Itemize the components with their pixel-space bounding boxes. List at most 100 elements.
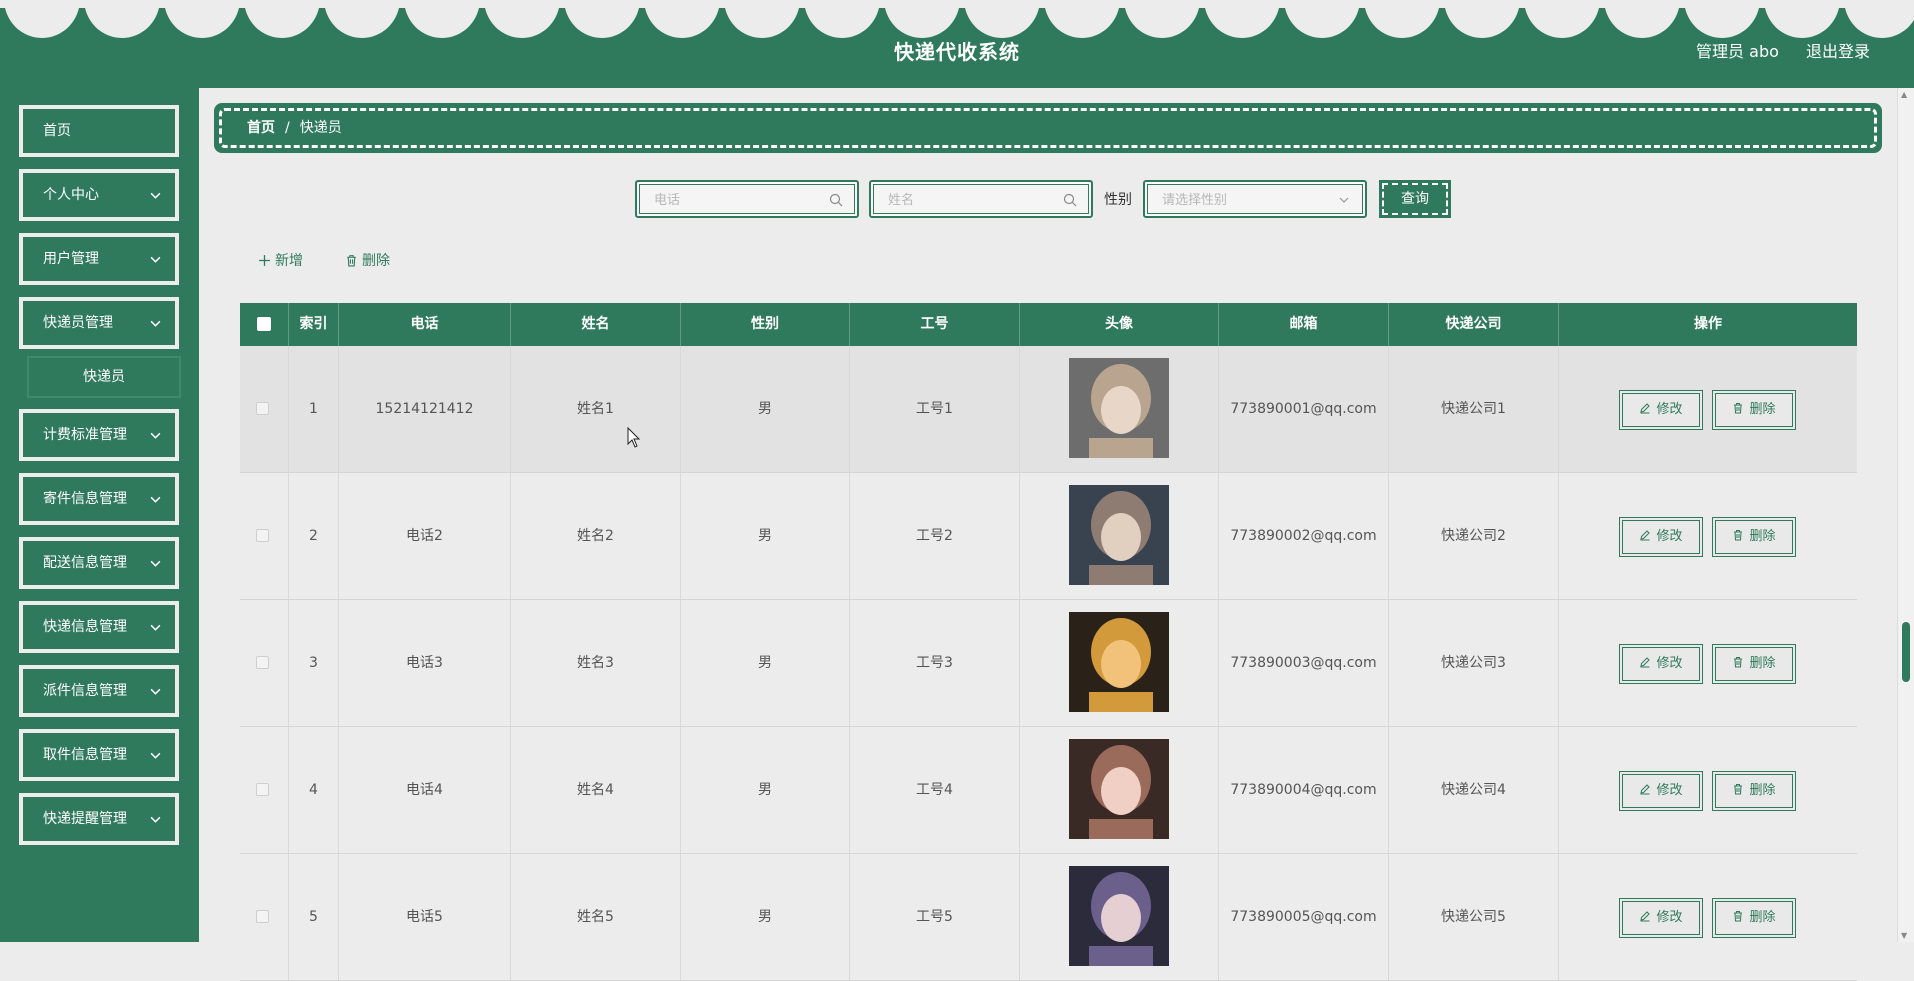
edit-button-label: 修改 (1656, 910, 1683, 925)
row-checkbox[interactable] (256, 910, 269, 923)
sidebar-item-delivery-info[interactable]: 配送信息管理 (19, 537, 179, 589)
delete-button[interactable]: 删除 (1712, 771, 1796, 811)
gender-select-inner (1147, 184, 1363, 215)
sidebar-item-billing-standard[interactable]: 计费标准管理 (19, 409, 179, 461)
row-checkbox[interactable] (256, 402, 269, 415)
scroll-down-icon[interactable]: ▼ (1901, 931, 1907, 940)
query-button[interactable]: 查询 (1379, 180, 1451, 218)
sidebar-item-label: 取件信息管理 (43, 747, 127, 763)
edit-button-inner: 修改 (1622, 647, 1700, 681)
scroll-up-icon[interactable]: ▲ (1901, 90, 1907, 99)
phone-search-field[interactable] (635, 180, 859, 218)
row-checkbox[interactable] (256, 783, 269, 796)
column-header-index: 索引 (289, 303, 339, 346)
cell-job-no: 工号5 (850, 854, 1020, 980)
cell-company: 快递公司5 (1389, 854, 1559, 980)
breadcrumb-home-link[interactable]: 首页 (247, 120, 275, 136)
edit-button[interactable]: 修改 (1619, 517, 1703, 557)
sidebar-item-reminder[interactable]: 快递提醒管理 (19, 793, 179, 845)
delete-button-label: 删除 (1749, 402, 1776, 417)
edit-button[interactable]: 修改 (1619, 390, 1703, 430)
mouse-pointer-icon (627, 427, 641, 448)
edit-button-label: 修改 (1656, 656, 1683, 671)
cell-phone: 电话4 (339, 727, 511, 853)
sidebar-item-personal-center[interactable]: 个人中心 (19, 169, 179, 221)
delete-button-inner: 删除 (1715, 393, 1793, 427)
name-search-input[interactable] (874, 185, 1062, 215)
page-scrollbar[interactable]: ▲ ▼ (1897, 88, 1914, 942)
sidebar-item-label: 计费标准管理 (43, 427, 127, 443)
sidebar-item-label: 首页 (43, 123, 71, 139)
query-button-label: 查询 (1382, 183, 1448, 215)
name-search-inner (873, 184, 1089, 215)
table-row: 4 电话4 姓名4 男工号4 773890004@qq.com 快递公司4 修改 删除 (240, 727, 1857, 854)
batch-delete-button[interactable]: 删除 (345, 250, 390, 270)
cell-actions (1559, 473, 1857, 599)
cell-email: 773890002@qq.com (1219, 473, 1389, 599)
top-header: 快递代收系统 管理员 abo 退出登录 (0, 0, 1914, 88)
edit-button-label: 修改 (1656, 529, 1683, 544)
plus-icon (259, 255, 270, 266)
cell-select (240, 727, 289, 853)
cell-actions (1559, 600, 1857, 726)
gender-select[interactable] (1143, 180, 1367, 218)
sidebar-item-home[interactable]: 首页 (19, 105, 179, 157)
sidebar-item-user-management[interactable]: 用户管理 (19, 233, 179, 285)
table-header: 索引 电话 姓名 性别 工号 头像 邮箱 快递公司 操作 (240, 303, 1857, 346)
sidebar-item-courier-management[interactable]: 快递员管理 (19, 297, 179, 349)
delete-button[interactable]: 删除 (1712, 390, 1796, 430)
delete-button[interactable]: 删除 (1712, 898, 1796, 938)
chevron-down-icon (150, 237, 161, 281)
cell-index: 5 (289, 854, 339, 980)
cell-phone: 15214121412 (339, 346, 511, 472)
cell-company: 快递公司4 (1389, 727, 1559, 853)
header-top-strip (0, 0, 1914, 8)
chevron-down-icon (150, 301, 161, 345)
chevron-down-icon (150, 541, 161, 585)
sidebar-subitem-courier[interactable]: 快递员 (27, 356, 181, 398)
edit-button-inner: 修改 (1622, 774, 1700, 808)
edit-button[interactable]: 修改 (1619, 644, 1703, 684)
sidebar-item-label: 快递员管理 (43, 315, 113, 331)
chevron-down-icon (150, 173, 161, 217)
cell-email: 773890003@qq.com (1219, 600, 1389, 726)
sidebar-item-express-info[interactable]: 快递信息管理 (19, 601, 179, 653)
table-row: 1 15214121412 姓名1 男工号1 773890001@qq.com 快递公司1… (240, 346, 1857, 473)
avatar (1069, 358, 1169, 458)
delete-button-inner: 删除 (1715, 520, 1793, 554)
add-button[interactable]: 新增 (258, 250, 303, 270)
cell-index: 2 (289, 473, 339, 599)
cell-actions (1559, 727, 1857, 853)
cell-company: 快递公司2 (1389, 473, 1559, 599)
phone-search-input[interactable] (640, 185, 828, 215)
name-search-field[interactable] (869, 180, 1093, 218)
sidebar-item-label: 快递信息管理 (43, 619, 127, 635)
edit-button[interactable]: 修改 (1619, 898, 1703, 938)
delete-button[interactable]: 删除 (1712, 644, 1796, 684)
edit-button-label: 修改 (1656, 783, 1683, 798)
cell-index: 1 (289, 346, 339, 472)
column-header-company: 快递公司 (1389, 303, 1559, 346)
search-icon (829, 193, 843, 207)
row-checkbox[interactable] (256, 656, 269, 669)
cell-gender: 男 (681, 727, 850, 853)
scrollbar-thumb[interactable] (1902, 622, 1910, 682)
edit-button[interactable]: 修改 (1619, 771, 1703, 811)
logout-link[interactable]: 退出登录 (1806, 42, 1870, 61)
gender-select-input[interactable] (1148, 185, 1336, 215)
cell-gender: 男 (681, 854, 850, 980)
sidebar-item-pickup-info[interactable]: 取件信息管理 (19, 729, 179, 781)
chevron-down-icon (1339, 197, 1349, 203)
select-all-checkbox[interactable] (257, 317, 271, 331)
pencil-icon (1640, 784, 1651, 795)
trash-icon (1734, 784, 1743, 795)
cell-gender: 男 (681, 600, 850, 726)
sidebar-item-dispatch-info[interactable]: 派件信息管理 (19, 665, 179, 717)
column-header-name: 姓名 (511, 303, 681, 346)
delete-button[interactable]: 删除 (1712, 517, 1796, 557)
row-checkbox[interactable] (256, 529, 269, 542)
delete-button-label: 删除 (1749, 529, 1776, 544)
cell-phone: 电话5 (339, 854, 511, 980)
cell-email: 773890005@qq.com (1219, 854, 1389, 980)
sidebar-item-send-info[interactable]: 寄件信息管理 (19, 473, 179, 525)
